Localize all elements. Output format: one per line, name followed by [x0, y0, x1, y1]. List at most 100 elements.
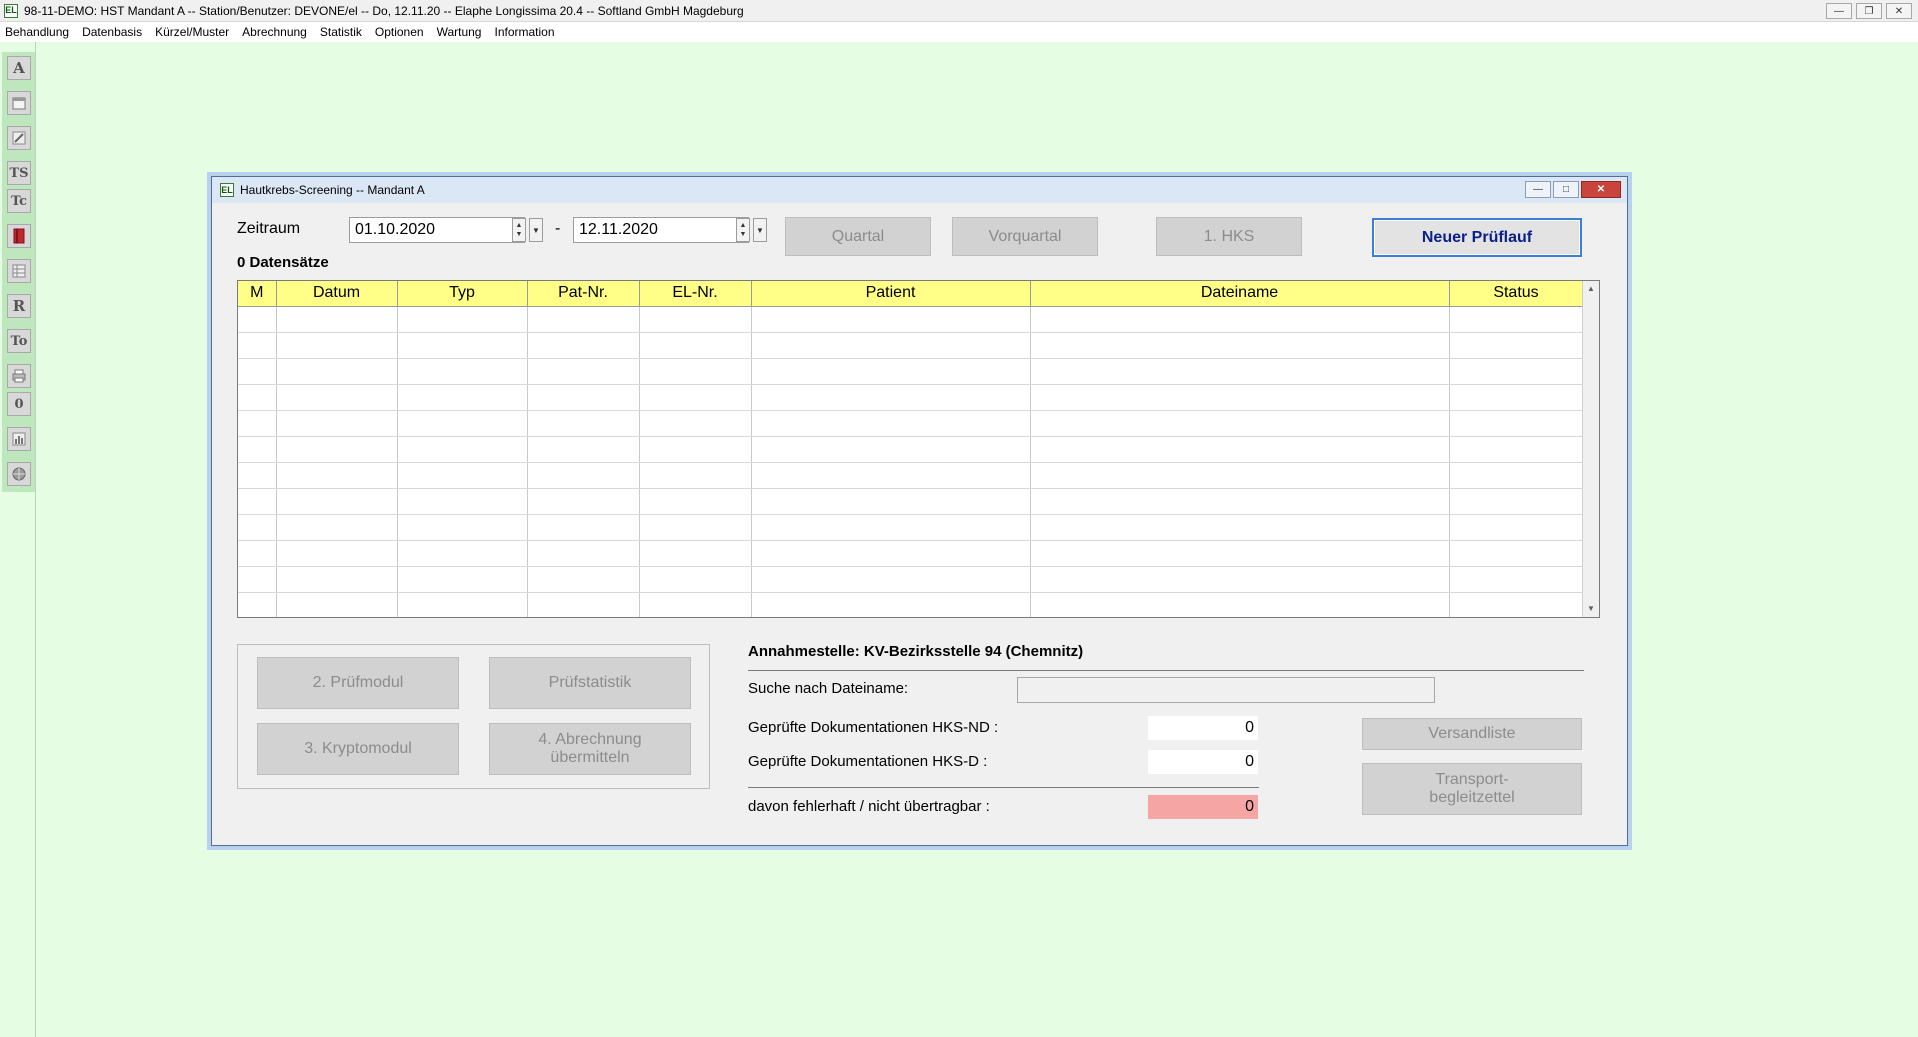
neuer-prueflauf-button[interactable]: Neuer Prüflauf: [1372, 218, 1582, 257]
table-cell: [397, 306, 528, 333]
menu-datenbasis[interactable]: Datenbasis: [82, 25, 142, 39]
pen-icon[interactable]: [7, 126, 31, 150]
date-from-spinner-icon[interactable]: ▲ ▼: [512, 218, 526, 242]
table-row[interactable]: [238, 592, 1584, 617]
pruefstatistik-button[interactable]: Prüfstatistik: [489, 657, 691, 709]
table-cell: [1030, 410, 1450, 437]
col-header-dateiname[interactable]: Dateiname: [1030, 281, 1450, 307]
col-header-pat-nr[interactable]: Pat-Nr.: [527, 281, 640, 307]
globe-icon[interactable]: [7, 462, 31, 486]
table-row[interactable]: [238, 436, 1584, 463]
table-cell: [397, 488, 528, 515]
menu-behandlung[interactable]: Behandlung: [5, 25, 69, 39]
table-row[interactable]: [238, 358, 1584, 385]
table-cell: [527, 592, 640, 617]
dialog-titlebar: EL Hautkrebs-Screening -- Mandant A — □ …: [212, 177, 1627, 203]
table-row[interactable]: [238, 566, 1584, 593]
menu-wartung[interactable]: Wartung: [437, 25, 482, 39]
scroll-down-icon[interactable]: ▼: [1585, 602, 1597, 616]
toolbar-to-button[interactable]: To: [7, 329, 31, 353]
dialog-close-icon[interactable]: ✕: [1581, 181, 1621, 198]
dialog-minimize-icon[interactable]: —: [1525, 181, 1551, 198]
table-cell: [397, 592, 528, 617]
table-cell: [276, 384, 398, 411]
table-row[interactable]: [238, 488, 1584, 515]
table-cell: [639, 462, 752, 489]
menu-abrechnung[interactable]: Abrechnung: [242, 25, 307, 39]
col-header-patient[interactable]: Patient: [751, 281, 1031, 307]
table-row[interactable]: [238, 462, 1584, 489]
table-cell: [1449, 332, 1584, 359]
date-from-field[interactable]: 01.10.2020: [349, 217, 525, 243]
table-row[interactable]: [238, 514, 1584, 541]
quartal-button[interactable]: Quartal: [785, 217, 931, 256]
menu-kuerzel-muster[interactable]: Kürzel/Muster: [155, 25, 229, 39]
printer-icon[interactable]: [7, 364, 31, 388]
table-cell: [1449, 462, 1584, 489]
dateiname-search-input[interactable]: [1017, 677, 1435, 703]
scroll-up-icon[interactable]: ▲: [1585, 282, 1597, 296]
table-icon[interactable]: [7, 259, 31, 283]
hks-d-value: 0: [1148, 750, 1258, 774]
table-cell: [238, 592, 277, 617]
menu-optionen[interactable]: Optionen: [375, 25, 424, 39]
table-cell: [276, 332, 398, 359]
date-to-dropdown-icon[interactable]: ▼: [753, 218, 767, 242]
col-header-datum[interactable]: Datum: [276, 281, 398, 307]
toolbar-tc-button[interactable]: Tc: [7, 189, 31, 213]
table-cell: [1030, 332, 1450, 359]
table-cell: [276, 488, 398, 515]
calendar-icon[interactable]: [7, 91, 31, 115]
book-red-icon[interactable]: [7, 224, 31, 248]
table-cell: [276, 410, 398, 437]
minimize-icon[interactable]: —: [1826, 3, 1852, 19]
table-cell: [527, 306, 640, 333]
versandliste-button[interactable]: Versandliste: [1362, 718, 1582, 750]
toolbar-r-button[interactable]: R: [7, 294, 31, 318]
date-to-field[interactable]: 12.11.2020: [573, 217, 749, 243]
report-icon[interactable]: [7, 427, 31, 451]
dialog-maximize-icon[interactable]: □: [1553, 181, 1579, 198]
table-row[interactable]: [238, 410, 1584, 437]
hks-button[interactable]: 1. HKS: [1156, 217, 1302, 256]
table-row[interactable]: [238, 384, 1584, 411]
toolbar-zero-button[interactable]: 0: [7, 392, 31, 416]
abrechnung-uebermitteln-button[interactable]: 4. Abrechnung übermitteln: [489, 723, 691, 775]
dialog-window-controls: — □ ✕: [1525, 181, 1621, 198]
table-cell: [397, 384, 528, 411]
table-cell: [397, 540, 528, 567]
toolbar-ts-button[interactable]: TS: [7, 161, 31, 185]
col-header-status[interactable]: Status: [1449, 281, 1584, 307]
toolbar-a-button[interactable]: A: [7, 56, 31, 80]
col-header-typ[interactable]: Typ: [397, 281, 528, 307]
col-header-m[interactable]: M: [238, 281, 277, 307]
kryptomodul-button[interactable]: 3. Kryptomodul: [257, 723, 459, 775]
table-row[interactable]: [238, 332, 1584, 359]
table-cell: [1030, 488, 1450, 515]
col-header-el-nr[interactable]: EL-Nr.: [639, 281, 752, 307]
transportbegleitzettel-button[interactable]: Transport- begleitzettel: [1362, 763, 1582, 815]
table-cell: [1449, 540, 1584, 567]
table-cell: [1449, 514, 1584, 541]
table-cell: [397, 566, 528, 593]
vorquartal-button[interactable]: Vorquartal: [952, 217, 1098, 256]
table-cell: [276, 540, 398, 567]
table-row[interactable]: [238, 306, 1584, 333]
close-icon[interactable]: ✕: [1886, 3, 1912, 19]
pruefmodul-button[interactable]: 2. Prüfmodul: [257, 657, 459, 709]
table-cell: [527, 358, 640, 385]
table-cell: [1030, 566, 1450, 593]
menu-information[interactable]: Information: [494, 25, 554, 39]
menu-bar: Behandlung Datenbasis Kürzel/Muster Abre…: [0, 22, 1918, 42]
table-scrollbar[interactable]: ▲ ▼: [1582, 281, 1599, 617]
restore-icon[interactable]: ❐: [1856, 3, 1882, 19]
table-cell: [1449, 566, 1584, 593]
divider-top: [748, 670, 1584, 671]
date-from-dropdown-icon[interactable]: ▼: [529, 218, 543, 242]
records-table[interactable]: M Datum Typ Pat-Nr. EL-Nr. Patient Datei…: [237, 280, 1600, 618]
records-table-body: [238, 306, 1584, 617]
date-to-spinner-icon[interactable]: ▲ ▼: [736, 218, 750, 242]
table-row[interactable]: [238, 540, 1584, 567]
menu-statistik[interactable]: Statistik: [320, 25, 362, 39]
table-cell: [639, 384, 752, 411]
